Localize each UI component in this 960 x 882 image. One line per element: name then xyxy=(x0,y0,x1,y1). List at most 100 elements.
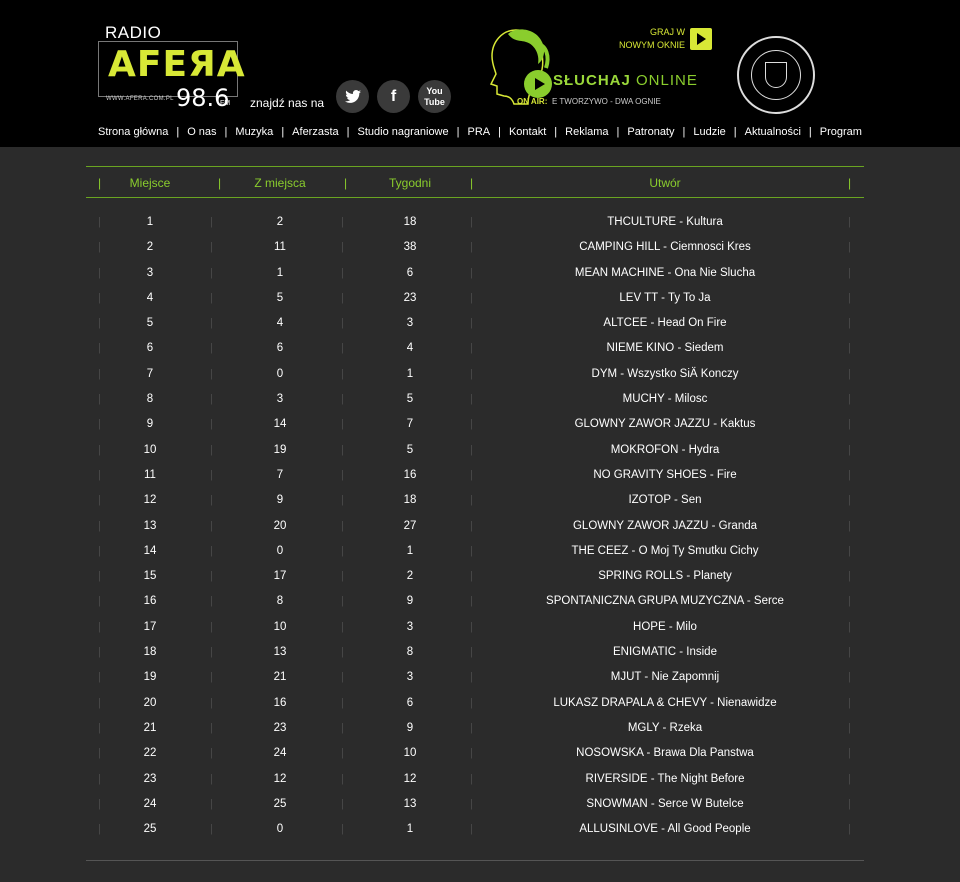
youtube-icon[interactable]: You Tube xyxy=(418,80,451,113)
logo-mark: AFEЯA xyxy=(108,44,246,85)
cell-from-place: 17 xyxy=(273,570,287,583)
cell-weeks: 6 xyxy=(406,266,414,279)
table-row: | | | | | 9 14 7 GLOWNY ZAWOR JAZZU - Kaktus xyxy=(86,412,864,437)
column-divider: | xyxy=(210,494,213,507)
twitter-icon[interactable] xyxy=(336,80,369,113)
radio-afera-logo[interactable]: RADIO AFEЯA WWW.AFERA.COM.PL 98.6 FM xyxy=(98,22,245,112)
nav-item-aferzasta[interactable]: Aferzasta xyxy=(292,126,338,138)
cell-track: THCULTURE - Kultura xyxy=(607,216,723,228)
facebook-glyph: f xyxy=(390,88,397,105)
cell-from-place: 14 xyxy=(273,418,287,431)
nav-separator: | xyxy=(682,126,686,138)
chart-table: | Miejsce | Z miejsca | Tygodni | Utwór … xyxy=(86,166,864,861)
university-seal-logo[interactable] xyxy=(737,36,815,114)
nav-separator: | xyxy=(554,126,558,138)
new-window-line1: GRAJ W xyxy=(650,27,685,37)
column-divider: | xyxy=(341,797,344,810)
table-row: | | | | | 13 20 27 GLOWNY ZAWOR JAZZU - Granda xyxy=(86,514,864,539)
now-playing-text: E TWORZYWO - DWA OGNIE xyxy=(552,97,661,106)
cell-place: 18 xyxy=(143,646,157,659)
column-divider: | xyxy=(341,216,344,228)
cell-from-place: 7 xyxy=(276,468,284,481)
cell-weeks: 1 xyxy=(406,367,414,380)
nav-item-patronage[interactable]: Patronaty xyxy=(627,126,674,138)
table-row: | | | | | 24 25 13 SNOWMAN - Serce W Butelce xyxy=(86,792,864,817)
table-row: | | | | | 16 8 9 SPONTANICZNA GRUPA MUZYCZNA - S… xyxy=(86,589,864,614)
cell-from-place: 9 xyxy=(276,494,284,507)
nav-separator: | xyxy=(224,126,228,138)
cell-place: 22 xyxy=(143,747,157,760)
header-place: Miejsce xyxy=(129,176,171,190)
cell-place: 25 xyxy=(143,823,157,836)
cell-from-place: 6 xyxy=(276,342,284,355)
nav-item-pra[interactable]: PRA xyxy=(467,126,490,138)
cell-weeks: 9 xyxy=(406,595,414,608)
cell-weeks: 10 xyxy=(403,747,417,760)
cell-weeks: 2 xyxy=(406,570,414,583)
table-header-rule xyxy=(86,197,864,198)
cell-from-place: 3 xyxy=(276,393,284,406)
nav-item-music[interactable]: Muzyka xyxy=(235,126,273,138)
cell-from-place: 20 xyxy=(273,519,287,532)
table-row: | | | | | 20 16 6 LUKASZ DRAPALA & CHEVY - Niena… xyxy=(86,691,864,716)
cell-track: SPRING ROLLS - Planety xyxy=(598,570,732,583)
cell-weeks: 27 xyxy=(403,519,417,532)
column-divider: | xyxy=(341,646,344,659)
nav-separator: | xyxy=(281,126,285,138)
nav-item-contact[interactable]: Kontakt xyxy=(509,126,546,138)
column-divider: | xyxy=(210,342,213,355)
seal-shield-icon xyxy=(765,62,787,88)
cell-place: 4 xyxy=(146,291,154,304)
column-divider: | xyxy=(210,595,213,608)
cell-from-place: 21 xyxy=(273,671,287,684)
play-new-window-icon[interactable] xyxy=(690,28,712,50)
header-from-place: Z miejsca xyxy=(254,176,306,190)
nav-item-studio[interactable]: Studio nagraniowe xyxy=(358,126,449,138)
play-in-new-window[interactable]: GRAJ W NOWYM OKNIE xyxy=(600,27,715,57)
column-divider: | xyxy=(210,620,213,633)
play-icon[interactable] xyxy=(524,70,552,98)
nav-separator: | xyxy=(808,126,812,138)
cell-place: 23 xyxy=(143,772,157,785)
nav-separator: | xyxy=(456,126,460,138)
nav-item-about[interactable]: O nas xyxy=(187,126,216,138)
column-divider: | xyxy=(210,772,213,785)
column-divider: | xyxy=(210,367,213,380)
table-row: | | | | | 1 2 18 THCULTURE - Kultura xyxy=(86,210,864,235)
nav-item-news[interactable]: Aktualności xyxy=(745,126,801,138)
cell-track: ENIGMATIC - Inside xyxy=(613,646,717,659)
cell-weeks: 8 xyxy=(406,646,414,659)
facebook-icon[interactable]: f xyxy=(377,80,410,113)
table-row: | | | | | 7 0 1 DYM - Wszystko SiÄ Konczy xyxy=(86,362,864,387)
cell-weeks: 3 xyxy=(406,671,414,684)
cell-weeks: 5 xyxy=(406,443,414,456)
cell-from-place: 16 xyxy=(273,696,287,709)
cell-weeks: 13 xyxy=(403,797,417,810)
cell-track: HOPE - Milo xyxy=(633,620,697,633)
cell-from-place: 10 xyxy=(273,620,287,633)
cell-place: 7 xyxy=(146,367,154,380)
cell-track: MOKROFON - Hydra xyxy=(610,443,720,456)
cell-weeks: 18 xyxy=(403,494,417,507)
table-row: | | | | | 14 0 1 THE CEEZ - O Moj Ty Smutku Cich… xyxy=(86,539,864,564)
cell-weeks: 38 xyxy=(403,241,417,254)
listen-title-b: ONLINE xyxy=(636,72,698,89)
cell-weeks: 3 xyxy=(406,317,414,330)
find-us-label: znajdź nas na xyxy=(250,96,325,110)
table-row: | | | | | 18 13 8 ENIGMATIC - Inside xyxy=(86,640,864,665)
cell-weeks: 9 xyxy=(406,721,414,734)
cell-weeks: 7 xyxy=(406,418,414,431)
cell-track: IZOTOP - Sen xyxy=(628,494,702,507)
cell-track: NIEME KINO - Siedem xyxy=(606,342,724,355)
cell-track: DYM - Wszystko SiÄ Konczy xyxy=(591,367,739,380)
nav-item-people[interactable]: Ludzie xyxy=(693,126,725,138)
nav-item-home[interactable]: Strona główna xyxy=(98,126,168,138)
cell-from-place: 8 xyxy=(276,595,284,608)
nav-separator: | xyxy=(176,126,180,138)
cell-weeks: 1 xyxy=(406,823,414,836)
column-divider: | xyxy=(341,241,344,254)
cell-from-place: 24 xyxy=(273,747,287,760)
cell-track: GLOWNY ZAWOR JAZZU - Kaktus xyxy=(574,418,756,431)
nav-item-program[interactable]: Program xyxy=(820,126,862,138)
nav-item-ads[interactable]: Reklama xyxy=(565,126,608,138)
